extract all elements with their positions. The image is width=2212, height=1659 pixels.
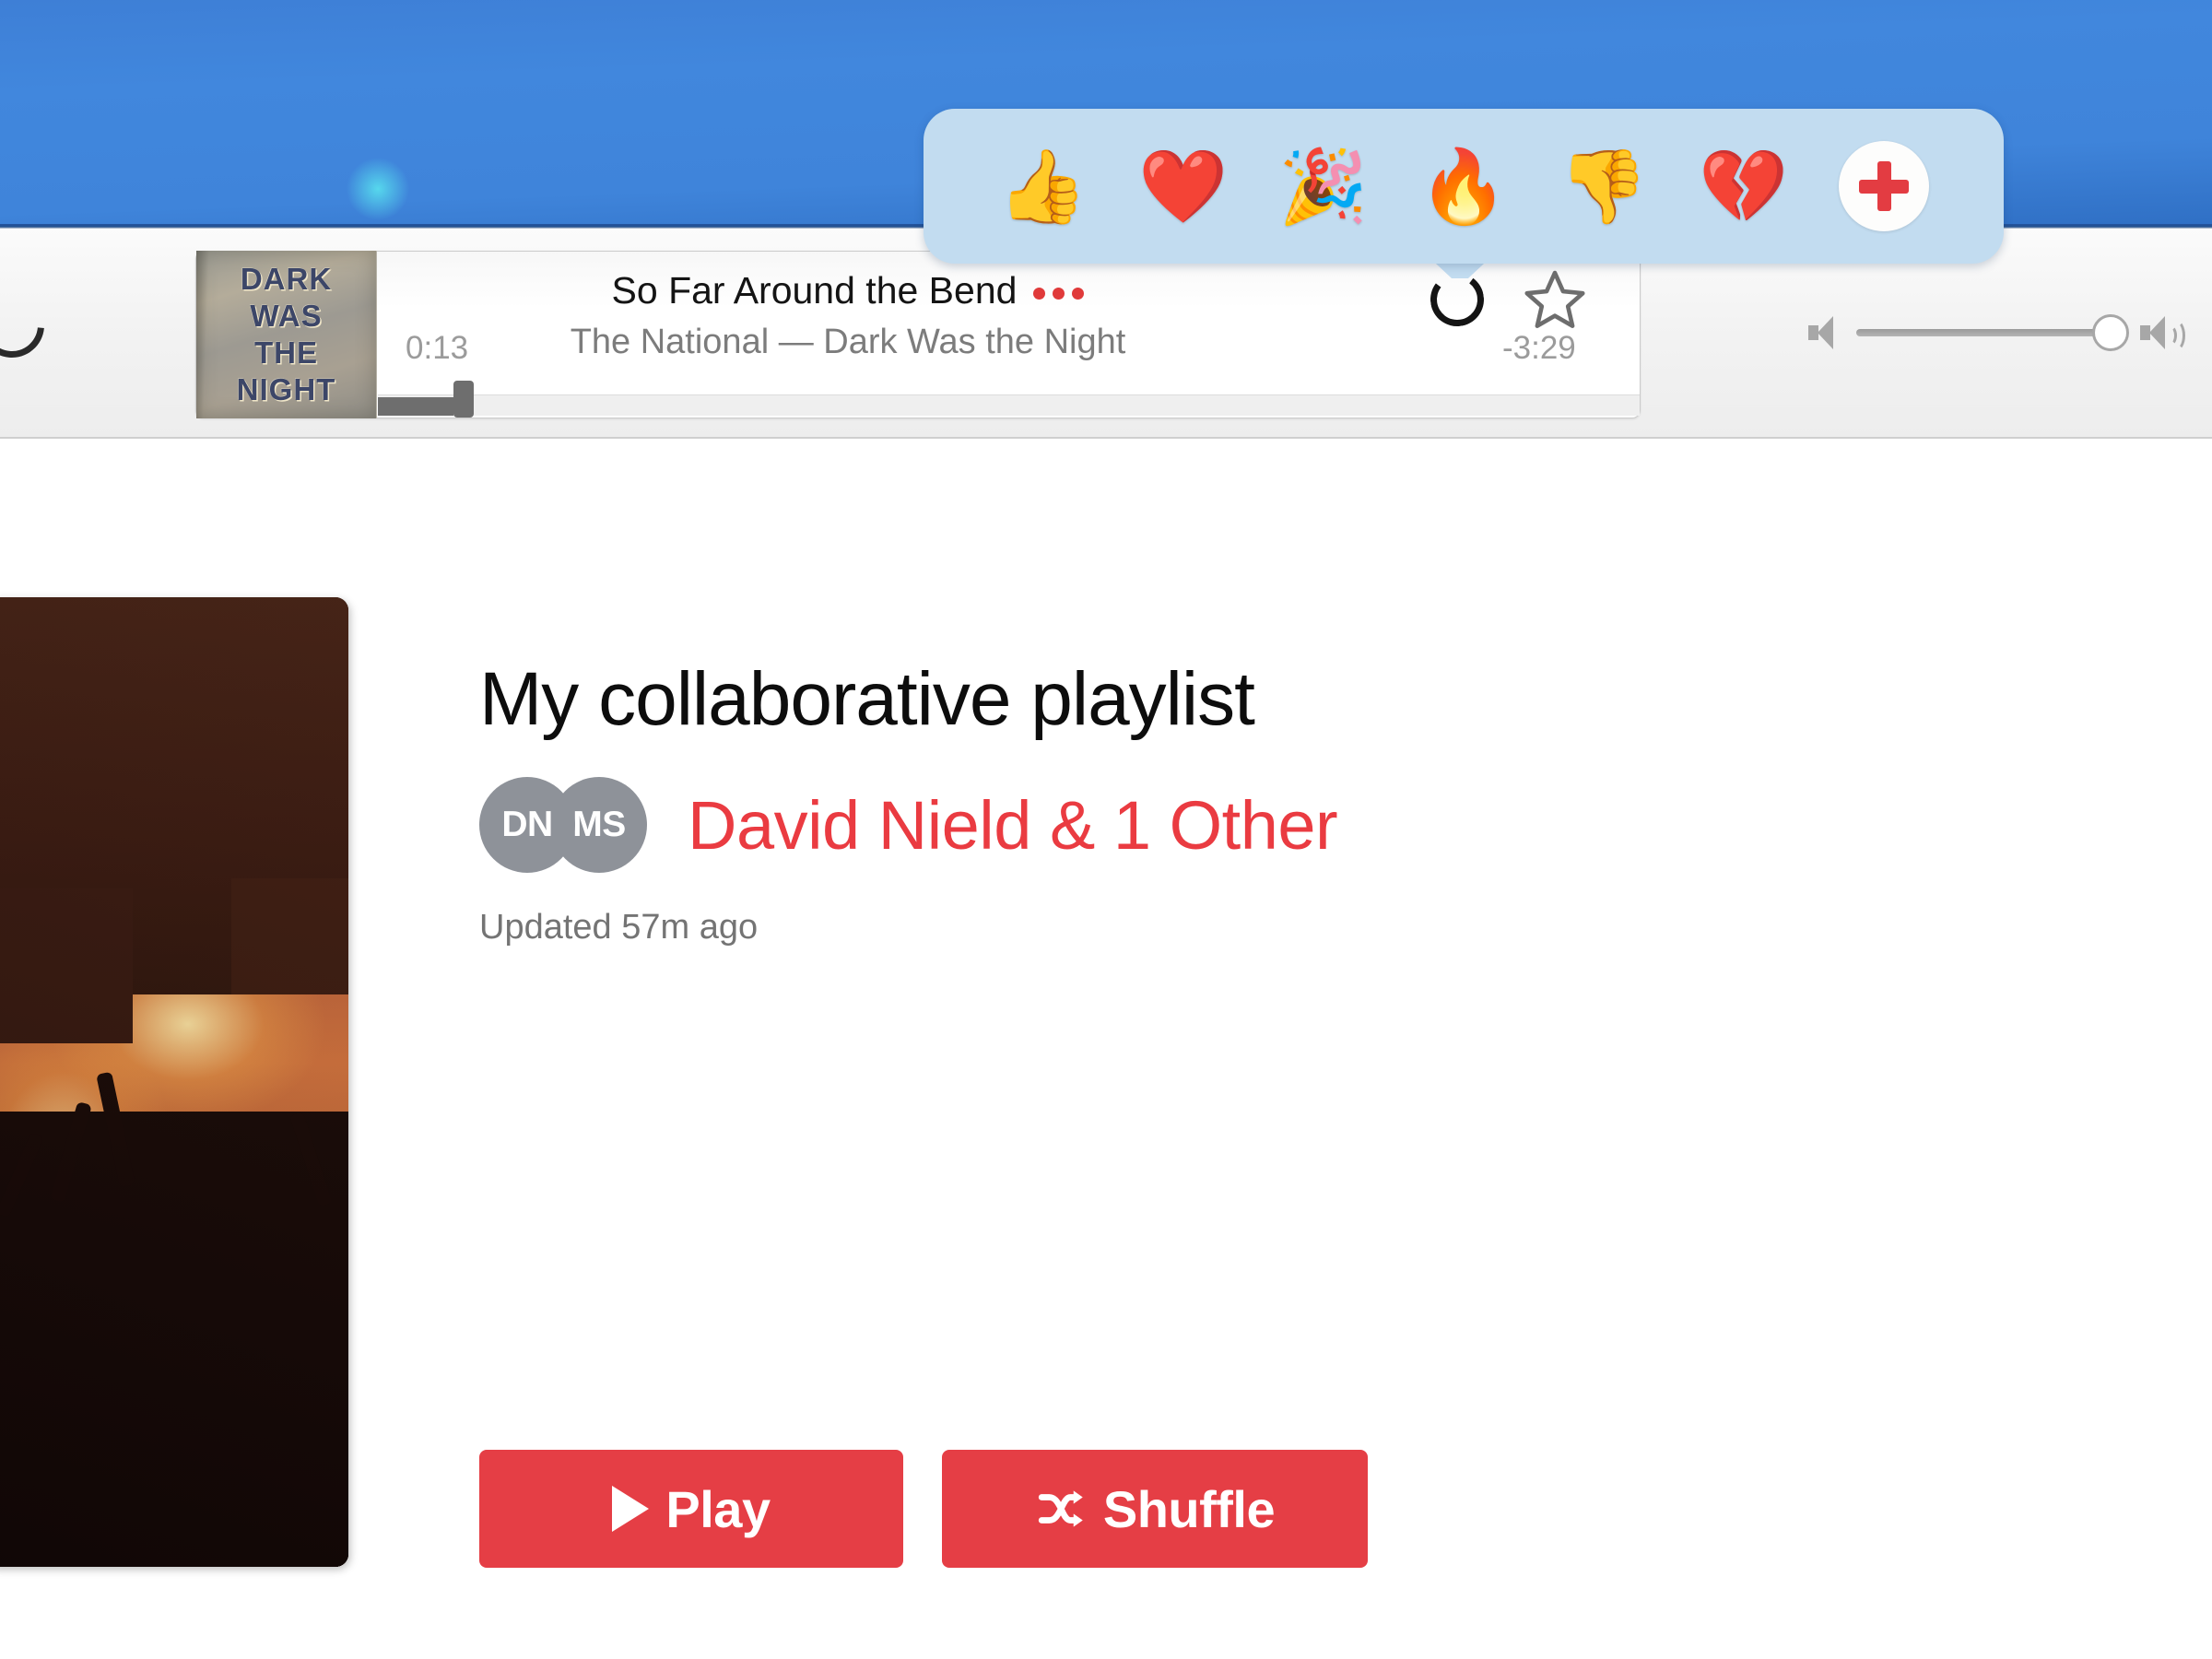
album-art-line-1: DARK (240, 262, 333, 296)
album-art-line-2: WAS (250, 299, 323, 333)
playlist-owner-row: DN MS David Nield & 1 Other (479, 777, 1338, 873)
shuffle-button-label: Shuffle (1102, 1479, 1276, 1538)
track-title: So Far Around the Bend (611, 269, 1018, 312)
party-popper-icon[interactable]: 🎉 (1278, 150, 1368, 222)
red-heart-icon[interactable]: ❤️ (1138, 150, 1228, 222)
volume-high-icon[interactable] (2138, 312, 2185, 353)
speaker-cone (1818, 316, 1833, 349)
collaborator-avatars[interactable]: DN MS (479, 777, 664, 873)
volume-knob[interactable] (2092, 314, 2129, 351)
track-subtitle: The National — Dark Was the Night (570, 323, 1126, 361)
dot-1 (1033, 288, 1046, 300)
dot-3 (1072, 288, 1085, 300)
playlist-owners-link[interactable]: David Nield & 1 Other (688, 786, 1338, 865)
add-reaction-button[interactable] (1839, 141, 1930, 231)
play-icon (612, 1486, 650, 1532)
track-title-row: So Far Around the Bend (387, 269, 1309, 312)
shuffle-icon (1035, 1486, 1087, 1532)
thumbs-down-icon[interactable]: 👎 (1559, 150, 1648, 222)
speaker-cone (2149, 316, 2165, 349)
broken-heart-icon[interactable]: 💔 (1699, 150, 1788, 222)
playlist-updated-timestamp: Updated 57m ago (479, 908, 759, 947)
favorite-star-icon[interactable] (1521, 265, 1589, 334)
play-button[interactable]: Play (479, 1450, 903, 1568)
playback-progress-bar[interactable] (378, 381, 1640, 418)
emoji-reaction-popover[interactable]: 👍 ❤️ 🎉 🔥 👎 💔 (924, 109, 2004, 264)
album-art-line-3: THE (254, 335, 318, 370)
remaining-time: -3:29 (1502, 330, 1576, 366)
progress-thumb[interactable] (453, 381, 475, 418)
sound-wave-2 (2167, 320, 2185, 351)
album-art-thumbnail[interactable]: DARK WAS THE NIGHT (196, 251, 377, 418)
plus-icon (1859, 161, 1910, 211)
plus-vertical (1877, 161, 1891, 211)
thumbs-up-icon[interactable]: 👍 (998, 150, 1088, 222)
page-title: My collaborative playlist (479, 657, 1255, 741)
photo-grain-overlay (0, 597, 348, 1567)
dot-2 (1053, 288, 1065, 300)
shuffle-button[interactable]: Shuffle (942, 1450, 1368, 1568)
volume-rail (1856, 329, 2125, 336)
playlist-action-buttons: Play Shuffle (479, 1450, 1368, 1568)
play-button-label: Play (665, 1479, 771, 1538)
more-options-icon[interactable] (1033, 282, 1085, 300)
app-screen: DARK WAS THE NIGHT 0:13 -3:29 So Far Aro… (0, 0, 2212, 1659)
avatar-dn[interactable]: DN (479, 777, 575, 873)
fire-icon[interactable]: 🔥 (1418, 150, 1508, 222)
progress-fill (378, 397, 454, 416)
volume-control[interactable] (1806, 304, 2185, 361)
album-art-line-4: NIGHT (236, 372, 336, 406)
playlist-cover-photo[interactable] (0, 597, 348, 1567)
volume-slider[interactable] (1856, 314, 2129, 351)
volume-low-icon[interactable] (1806, 312, 1843, 353)
